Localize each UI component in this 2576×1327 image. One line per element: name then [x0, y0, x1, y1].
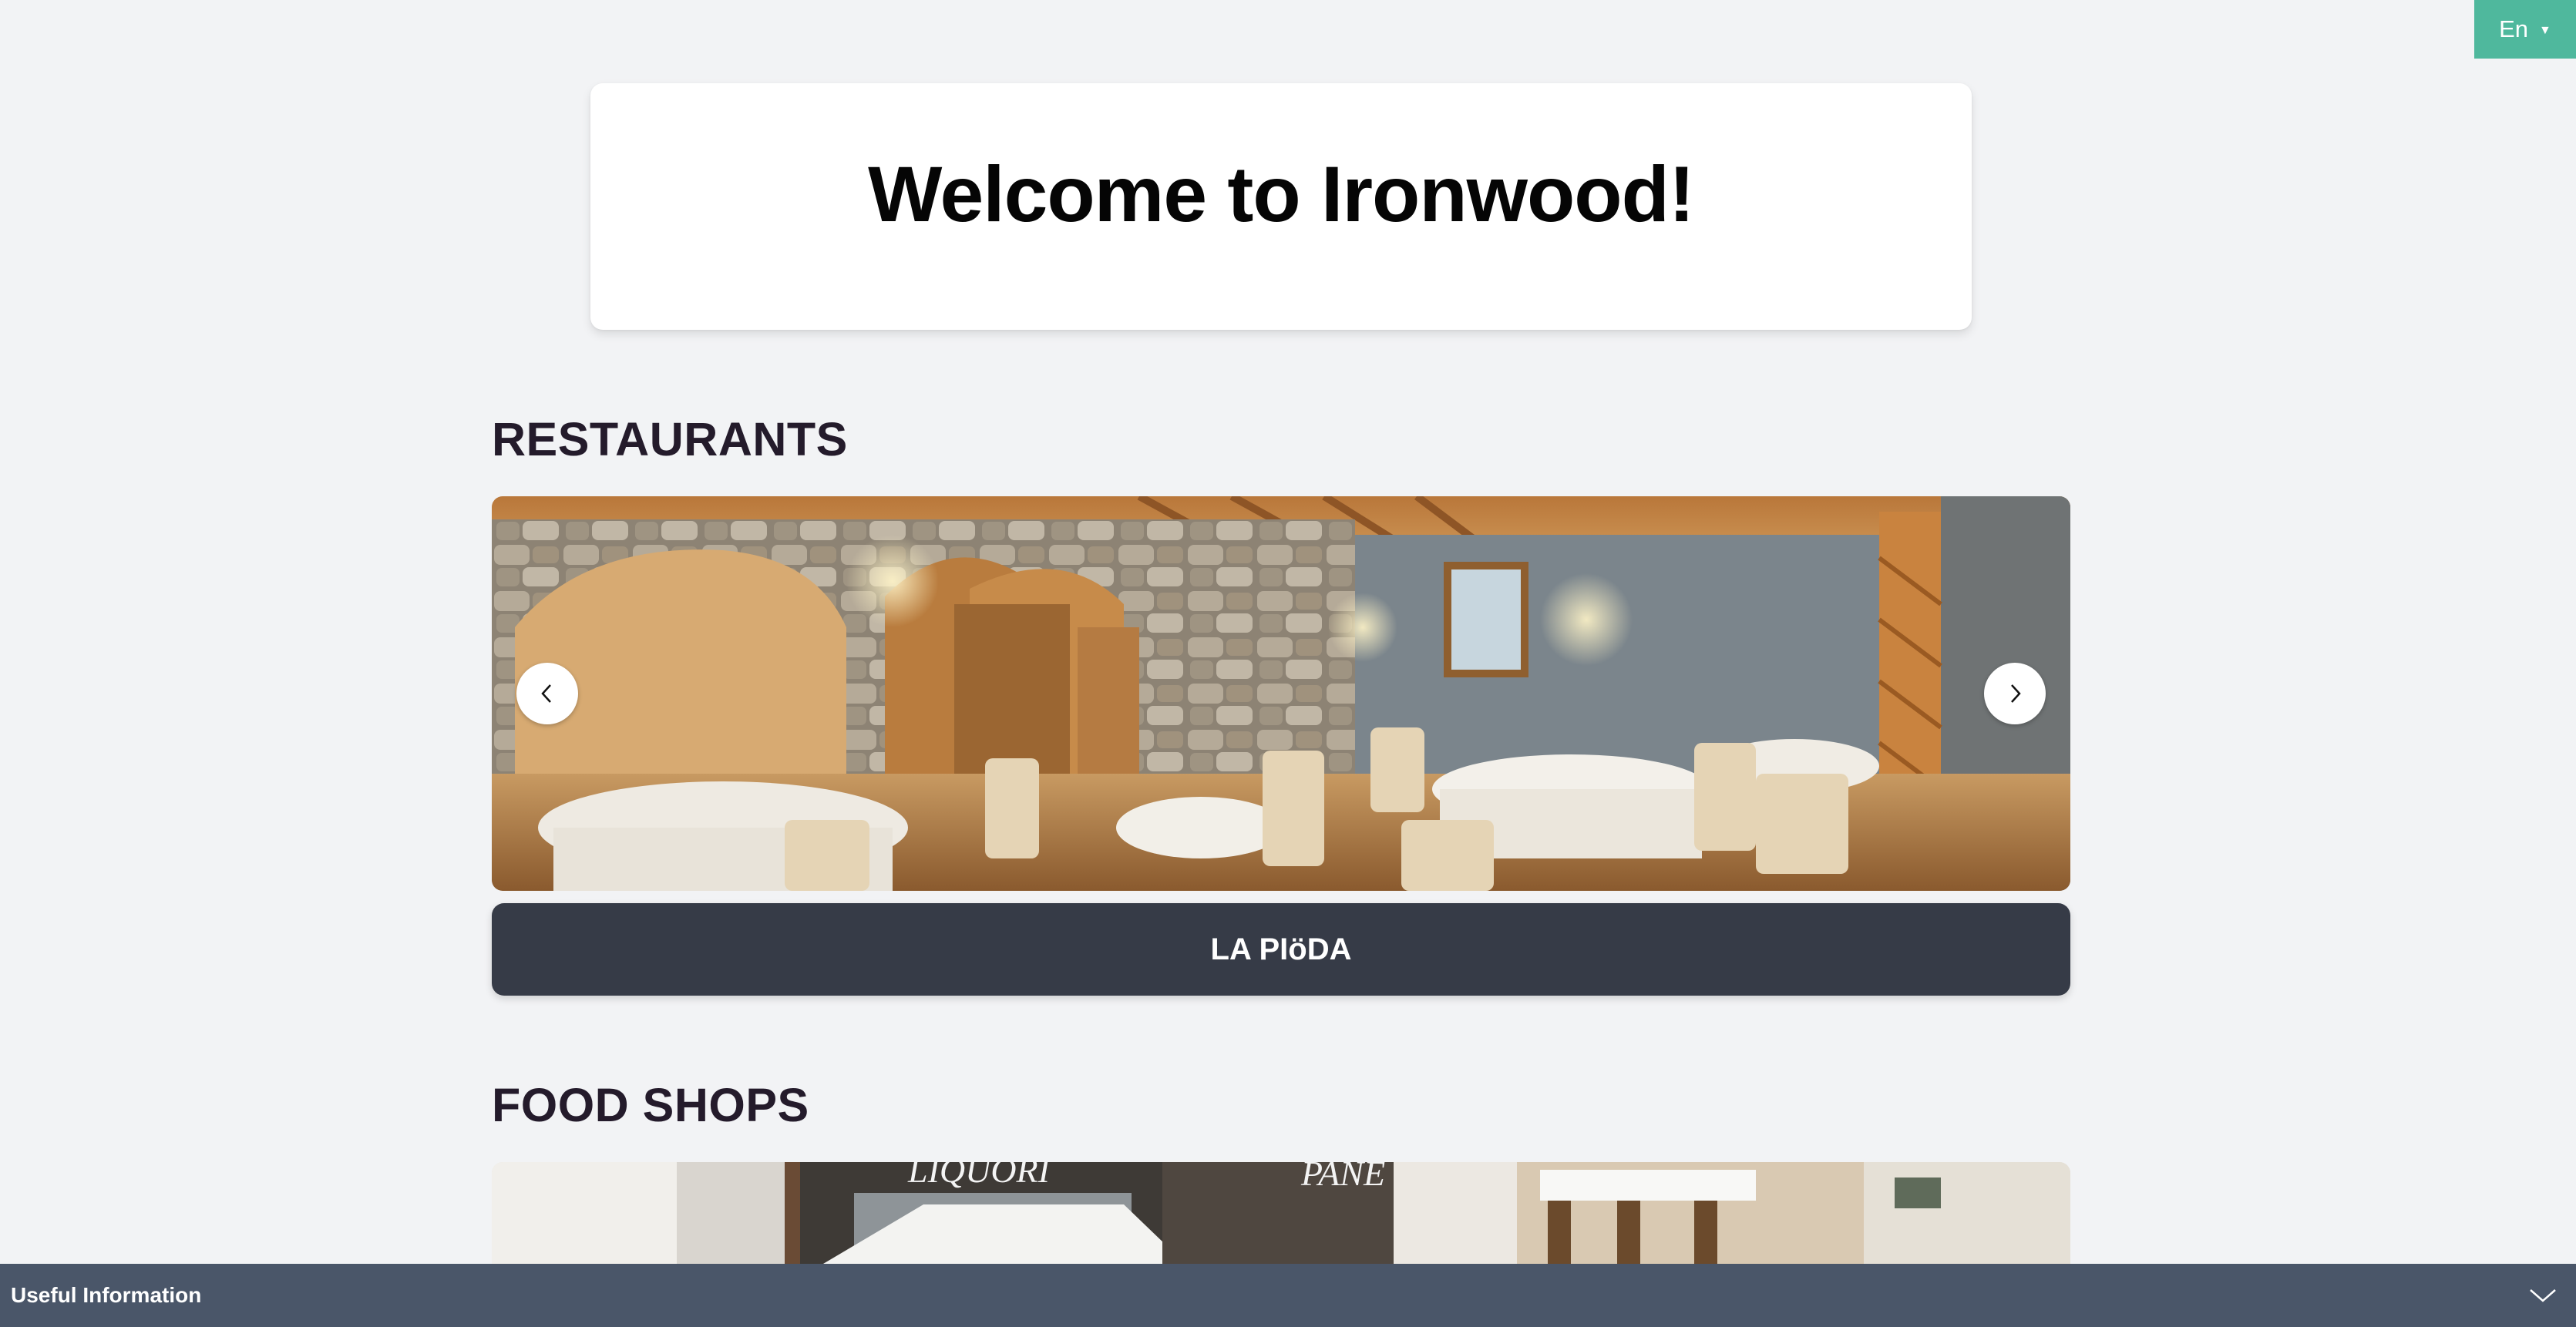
useful-information-bar[interactable]: Useful Information [0, 1264, 2576, 1327]
food-shops-heading: FOOD SHOPS [492, 1079, 809, 1131]
food-shop-photo: LIQUORI PANE [492, 1162, 2070, 1264]
chevron-down-icon[interactable] [2528, 1287, 2558, 1304]
chevron-left-icon [541, 684, 551, 703]
carousel-next-button[interactable] [1984, 663, 2046, 724]
caret-down-icon: ▼ [2539, 24, 2551, 37]
restaurants-heading: RESTAURANTS [492, 413, 848, 465]
carousel-prev-button[interactable] [516, 663, 578, 724]
food-shops-carousel: LIQUORI PANE [492, 1162, 2070, 1264]
restaurant-name-bar[interactable]: LA PIöDA [492, 903, 2070, 996]
page: En ▼ Welcome to Ironwood! RESTAURANTS LA… [0, 0, 2576, 1327]
liquori-sign: LIQUORI [907, 1162, 1052, 1190]
language-selector[interactable]: En ▼ [2474, 0, 2576, 59]
welcome-card: Welcome to Ironwood! [590, 83, 1972, 330]
page-title: Welcome to Ironwood! [868, 150, 1695, 238]
useful-information-title: Useful Information [11, 1283, 202, 1307]
chevron-right-icon [2011, 684, 2021, 703]
restaurants-carousel [492, 496, 2070, 891]
restaurant-name: LA PIöDA [1210, 932, 1352, 966]
pane-sign: PANE [1300, 1162, 1385, 1193]
language-label: En [2499, 15, 2529, 42]
restaurant-photo [492, 496, 2070, 891]
